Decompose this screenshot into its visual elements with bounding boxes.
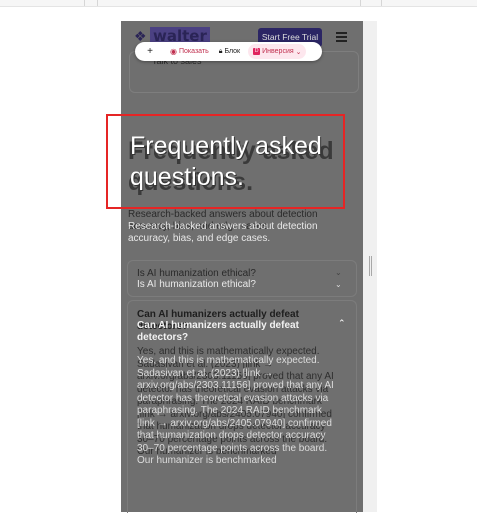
hamburger-menu-icon[interactable]	[336, 32, 347, 42]
scrollbar-grip[interactable]	[369, 256, 370, 276]
faq-answer: Yes, and this is mathematically expected…	[137, 355, 334, 466]
chevron-up-icon[interactable]: ⌃	[338, 318, 346, 329]
block-button[interactable]: 🔒︎ Блок	[214, 44, 245, 59]
faq-question[interactable]: Can AI humanizers actually defeat detect…	[137, 320, 342, 344]
faq-subheading: Research-backed answers about detection …	[128, 221, 318, 244]
plus-icon: +	[147, 46, 153, 57]
chevron-down-icon: ⌄	[293, 48, 302, 56]
strip-divider	[360, 0, 361, 6]
selection-highlight-box	[106, 114, 345, 209]
strip-divider	[381, 0, 382, 6]
logo-icon: ❖	[134, 28, 147, 44]
chevron-down-icon[interactable]: ⌄	[335, 280, 342, 289]
faq-question[interactable]: Is AI humanization ethical?	[137, 279, 256, 291]
block-label: Блок	[224, 48, 241, 55]
show-button[interactable]: ◉ Показать	[165, 44, 214, 59]
show-label: Показать	[178, 48, 209, 55]
add-button[interactable]: +	[135, 44, 165, 59]
eye-icon: ◉	[170, 47, 177, 56]
inversion-badge-icon: D	[253, 48, 261, 55]
lock-icon: 🔒︎	[218, 47, 223, 55]
strip-divider	[84, 0, 85, 6]
browser-top-strip	[0, 0, 477, 7]
inversion-dropdown[interactable]: D Инверсия ⌄	[248, 44, 307, 59]
chevron-down-icon: ⌄	[335, 268, 342, 277]
strip-divider	[97, 0, 98, 6]
floating-toolbar: + ◉ Показать 🔒︎ Блок D Инверсия ⌄	[135, 42, 322, 61]
scrollbar-track[interactable]	[363, 21, 377, 512]
inversion-label: Инверсия	[262, 48, 294, 55]
